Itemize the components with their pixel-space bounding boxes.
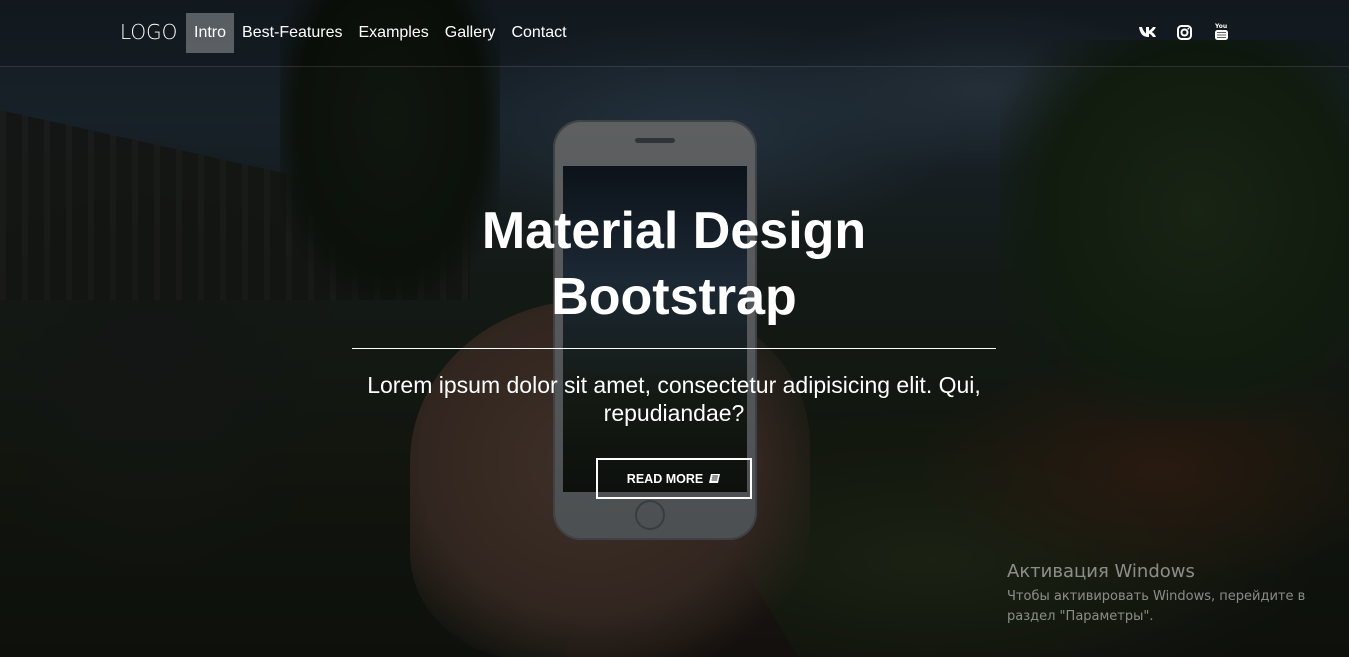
brand-logo[interactable]: LOGO [120,20,177,44]
vk-icon[interactable] [1138,20,1157,44]
windows-activation-text: Чтобы активировать Windows, перейдите в … [1007,589,1306,624]
nav-link-intro[interactable]: Intro [186,13,235,53]
nav-link-contact[interactable]: Contact [503,13,574,53]
windows-activation-title: Активация Windows [1007,561,1195,582]
nav-link-gallery[interactable]: Gallery [437,13,504,53]
hero-title-line2: Bootstrap [551,268,797,326]
nav-link-examples[interactable]: Examples [351,13,437,53]
hero-lead-text: Lorem ipsum dolor sit amet, consectetur … [367,372,981,426]
read-more-button[interactable]: READ MORE [596,458,752,499]
book-icon [709,474,721,483]
nav-link-best-features[interactable]: Best-Features [234,13,350,53]
hero-content: Material Design Bootstrap Lorem ipsum do… [352,198,996,499]
nav-links: Intro Best-Features Examples Gallery Con… [186,13,575,53]
hero-title: Material Design Bootstrap [352,198,996,330]
navbar: LOGO Intro Best-Features Examples Galler… [0,0,1349,67]
hero-title-line1: Material Design [481,202,867,260]
windows-activation-watermark: Активация Windows Чтобы активировать Win… [1007,561,1337,627]
instagram-icon[interactable] [1175,20,1194,44]
social-links: You [1138,20,1231,44]
hero-divider [352,348,996,349]
hero-section: LOGO Intro Best-Features Examples Galler… [0,0,1349,657]
youtube-icon[interactable]: You [1212,20,1231,44]
read-more-label: READ MORE [626,471,704,486]
svg-text:You: You [1214,23,1227,30]
